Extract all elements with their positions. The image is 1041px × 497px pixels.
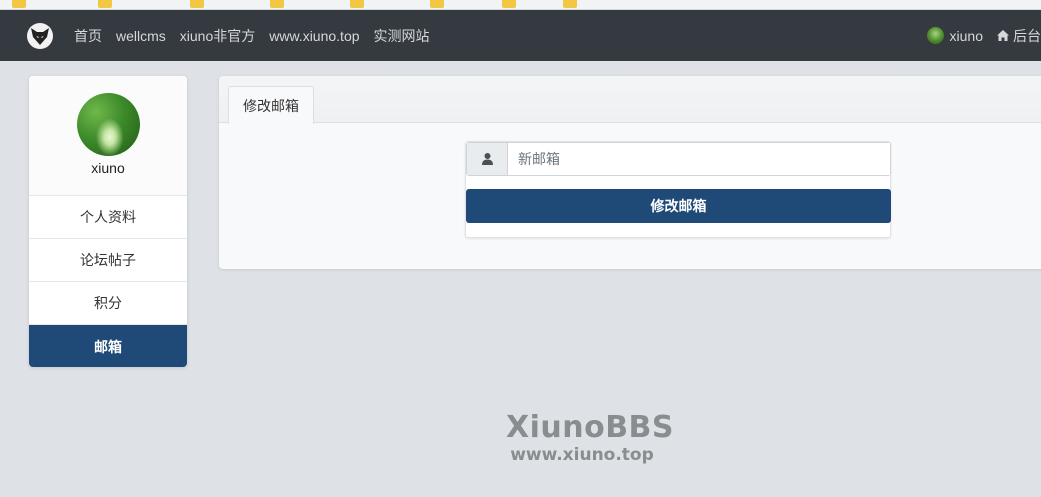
sidebar-item-posts[interactable]: 论坛帖子 [29,239,187,282]
tab-change-email[interactable]: 修改邮箱 [228,86,314,124]
admin-label: 后台 [1013,27,1041,44]
nav-link-site[interactable]: www.xiuno.top [269,28,359,44]
watermark: XiunoBBS www.xiuno.top [500,410,680,464]
main-panel: 修改邮箱 修改邮箱 [219,76,1041,269]
sidebar-item-profile[interactable]: 个人资料 [29,196,187,239]
nav-username[interactable]: xiuno [950,28,983,44]
user-sidebar-card: xiuno 个人资料 论坛帖子 积分 邮箱 [29,76,187,367]
user-icon [467,143,508,175]
sidebar-item-points[interactable]: 积分 [29,282,187,325]
nav-link-wellcms[interactable]: wellcms [116,28,166,44]
email-input-group [466,142,891,176]
admin-link[interactable]: 后台 [997,26,1041,46]
sidebar-username: xiuno [91,160,125,176]
bookmark-folder-icon[interactable] [12,0,26,8]
bookmarks-bar [0,0,1041,10]
nav-avatar[interactable] [926,27,944,44]
home-icon [997,30,1009,41]
nav-link-unofficial[interactable]: xiuno非官方 [180,26,255,46]
nav-user-area: xiuno 后台 [926,10,1041,61]
change-email-form: 修改邮箱 [465,141,891,238]
bookmark-folder-icon[interactable] [502,0,516,8]
bookmark-folder-icon[interactable] [563,0,577,8]
nav-link-home[interactable]: 首页 [74,26,102,46]
bookmark-folder-icon[interactable] [190,0,204,8]
avatar[interactable] [76,93,140,156]
panel-header: 修改邮箱 [219,76,1041,124]
watermark-url: www.xiuno.top [510,445,654,465]
bookmark-folder-icon[interactable] [430,0,444,8]
top-navbar: 首页 wellcms xiuno非官方 www.xiuno.top 实测网站 x… [0,10,1041,61]
bookmark-folder-icon[interactable] [350,0,364,8]
wolf-logo-icon[interactable] [27,23,53,49]
sidebar-item-email[interactable]: 邮箱 [29,325,187,367]
nav-link-test-site[interactable]: 实测网站 [374,26,430,46]
nav-links: 首页 wellcms xiuno非官方 www.xiuno.top 实测网站 [74,10,444,61]
bookmark-folder-icon[interactable] [270,0,284,8]
user-profile-header: xiuno [29,76,187,196]
new-email-input[interactable] [508,143,890,175]
bookmark-folder-icon[interactable] [98,0,112,8]
watermark-title: XiunoBBS [505,410,675,445]
submit-change-email-button[interactable]: 修改邮箱 [466,189,891,223]
